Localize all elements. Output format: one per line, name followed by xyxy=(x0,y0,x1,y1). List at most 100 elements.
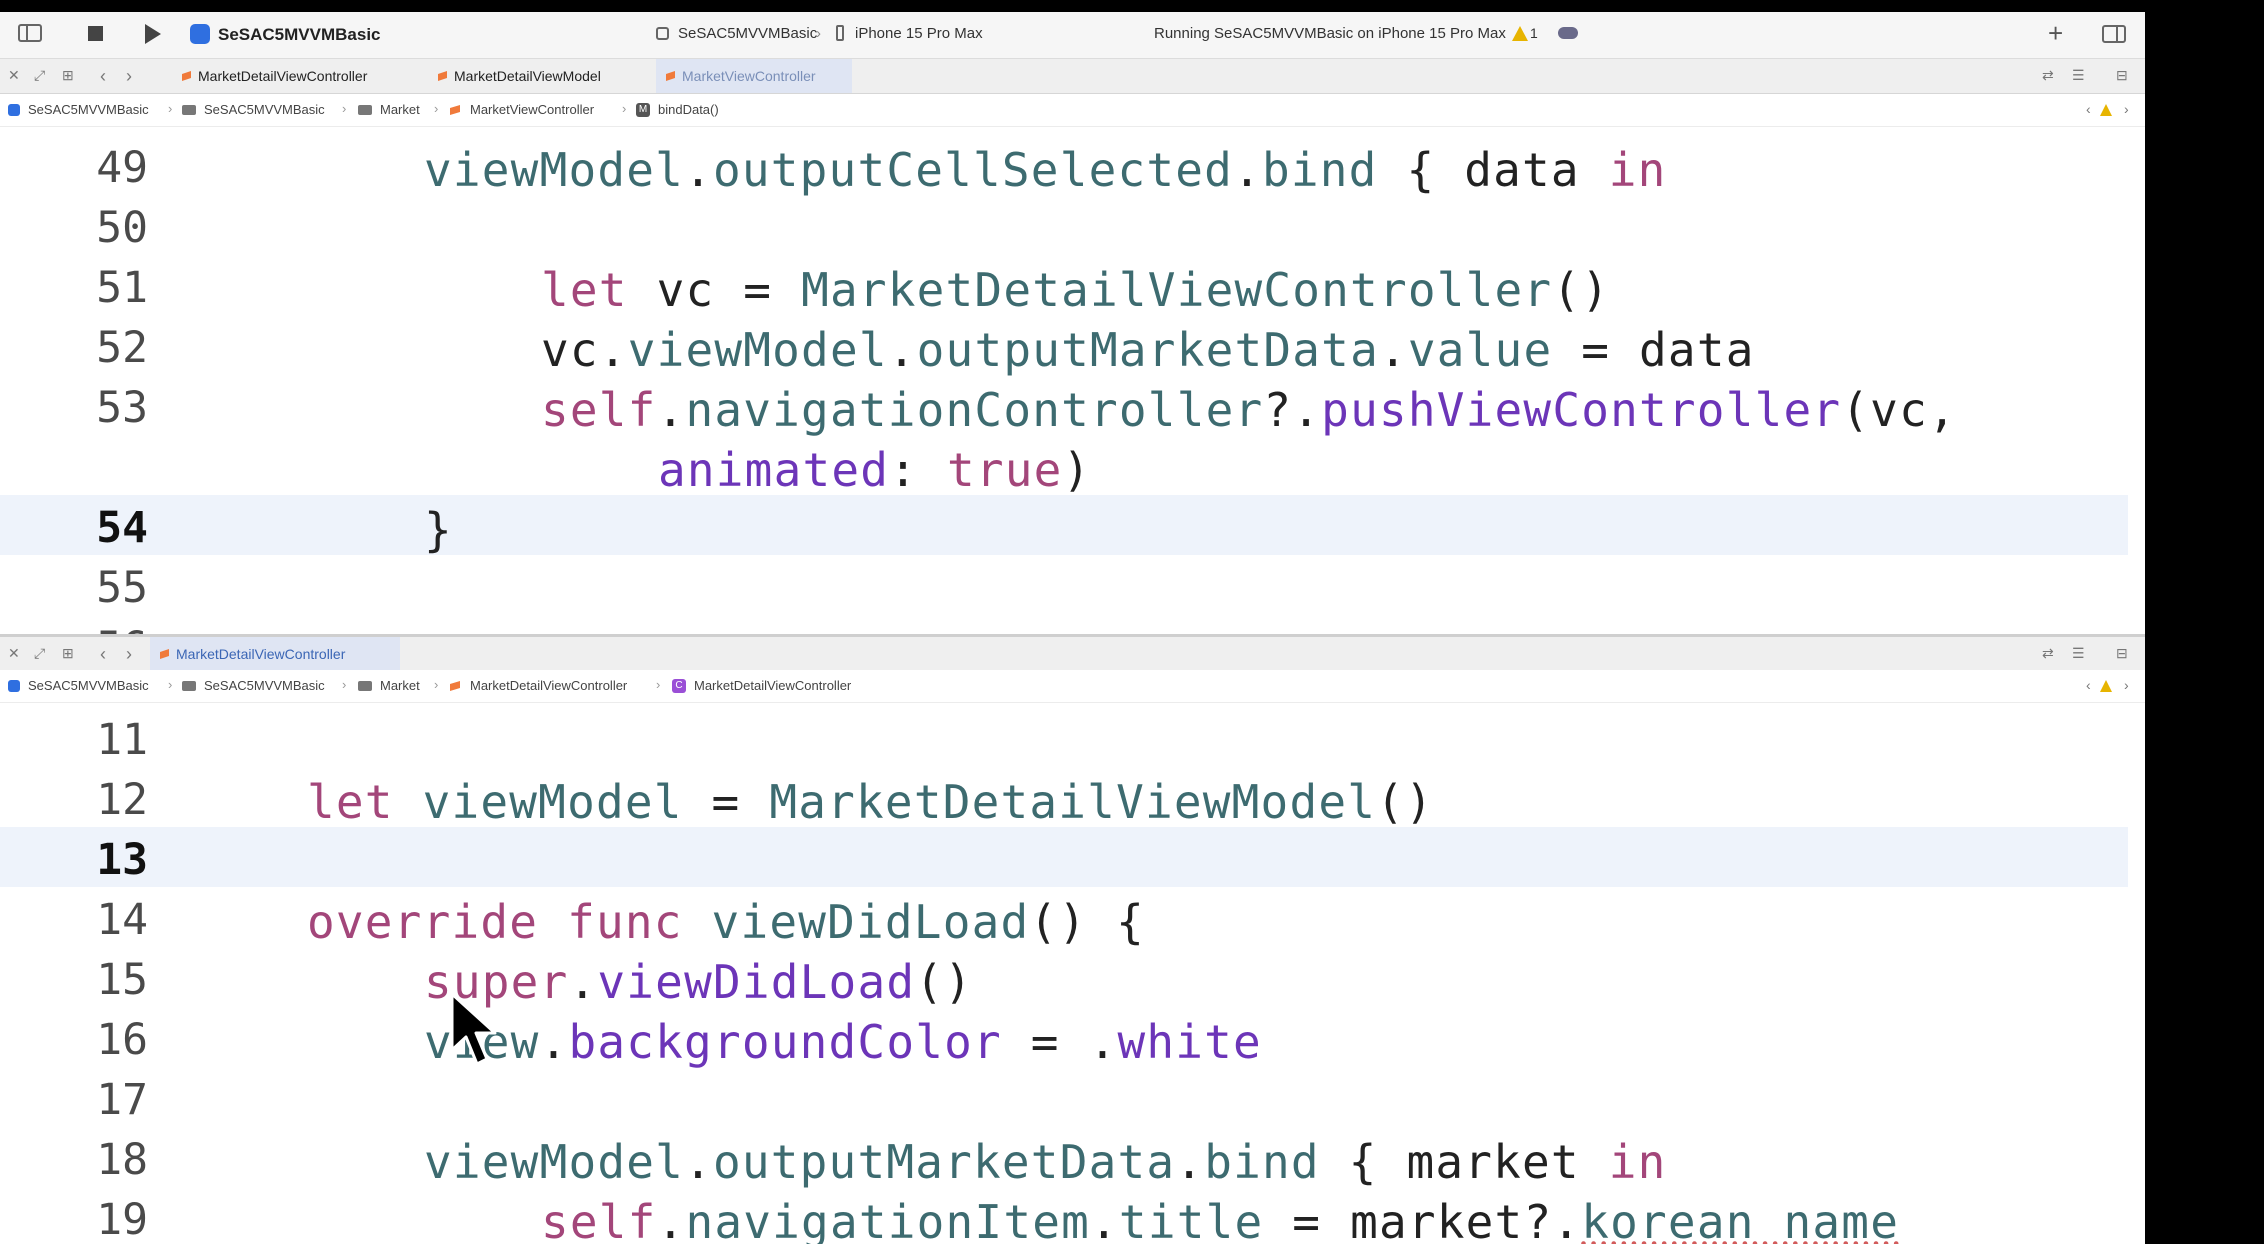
add-editor-icon[interactable]: ⊟ xyxy=(2116,68,2128,82)
inspector-toggle-icon[interactable] xyxy=(2102,25,2126,43)
editor-options-icon[interactable]: ☰ xyxy=(2072,646,2085,660)
folder-icon xyxy=(182,105,196,115)
grid-icon[interactable]: ⊞ xyxy=(62,68,74,82)
breadcrumb-item[interactable]: Market xyxy=(380,102,420,117)
add-editor-icon[interactable]: ⊟ xyxy=(2116,646,2128,660)
breadcrumb-item[interactable]: Market xyxy=(380,678,420,693)
bottom-code-editor[interactable]: 11 12 let viewModel = MarketDetailViewMo… xyxy=(0,703,2128,1244)
top-tab-bar: ✕ ⤢ ⊞ ‹ › MarketDetailViewController Mar… xyxy=(0,59,2145,94)
scheme-name[interactable]: SeSAC5MVVMBasic xyxy=(218,25,381,45)
device-selector[interactable]: iPhone 15 Pro Max xyxy=(855,25,983,42)
app-icon xyxy=(190,24,210,44)
method-icon: M xyxy=(636,103,650,117)
chevron-right-icon[interactable]: › xyxy=(126,67,132,85)
code-line[interactable]: 55 xyxy=(0,555,2128,615)
line-number: 17 xyxy=(96,1075,148,1125)
tab-market-detail-view-model[interactable]: MarketDetailViewModel xyxy=(428,59,672,93)
code-text[interactable]: animated: true) xyxy=(658,443,1091,497)
code-line-current[interactable]: 13 xyxy=(0,827,2128,887)
code-line[interactable]: 15 super.viewDidLoad() xyxy=(0,947,2128,1009)
code-text[interactable]: viewModel.outputMarketData.bind { market… xyxy=(424,1135,1667,1189)
code-line[interactable]: 12 let viewModel = MarketDetailViewModel… xyxy=(0,767,2128,829)
warning-icon[interactable] xyxy=(1512,26,1528,41)
related-items-icon[interactable]: ⇄ xyxy=(2042,646,2054,660)
code-text[interactable]: viewModel.outputCellSelected.bind { data… xyxy=(424,143,1667,197)
code-text[interactable]: let vc = MarketDetailViewController() xyxy=(541,263,1610,317)
close-icon[interactable]: ✕ xyxy=(8,646,20,660)
breadcrumb-item[interactable]: SeSAC5MVVMBasic xyxy=(28,678,149,693)
code-line[interactable]: 17 xyxy=(0,1067,2128,1127)
tab-market-view-controller[interactable]: MarketViewController xyxy=(656,59,852,93)
destination-scheme[interactable]: SeSAC5MVVMBasic xyxy=(678,25,817,42)
class-icon: C xyxy=(672,679,686,693)
close-icon[interactable]: ✕ xyxy=(8,68,20,82)
grid-icon[interactable]: ⊞ xyxy=(62,646,74,660)
xcode-window: SeSAC5MVVMBasic SeSAC5MVVMBasic › iPhone… xyxy=(0,12,2145,1244)
line-number: 52 xyxy=(96,323,148,373)
code-text[interactable]: override func viewDidLoad() { xyxy=(307,895,1145,949)
swift-file-icon xyxy=(438,71,447,81)
sidebar-toggle-icon[interactable] xyxy=(18,24,42,42)
breadcrumb-item[interactable]: MarketDetailViewController xyxy=(470,678,627,693)
run-icon[interactable] xyxy=(145,24,161,44)
code-text[interactable]: super.viewDidLoad() xyxy=(424,955,973,1009)
line-number: 49 xyxy=(96,143,148,193)
breadcrumb-item[interactable]: MarketDetailViewController xyxy=(694,678,851,693)
code-line[interactable]: 53 self.navigationController?.pushViewCo… xyxy=(0,375,2128,437)
expand-icon[interactable]: ⤢ xyxy=(34,68,45,82)
chevron-left-icon[interactable]: ‹ xyxy=(100,645,106,663)
code-line[interactable]: 50 xyxy=(0,195,2128,255)
related-items-icon[interactable]: ⇄ xyxy=(2042,68,2054,82)
chevron-right-icon: › xyxy=(816,25,821,42)
code-line[interactable]: 49 viewModel.outputCellSelected.bind { d… xyxy=(0,135,2128,197)
activity-status: Running SeSAC5MVVMBasic on iPhone 15 Pro… xyxy=(1154,25,1506,42)
breadcrumb-item[interactable]: MarketViewController xyxy=(470,102,594,117)
code-text[interactable]: let viewModel = MarketDetailViewModel() xyxy=(307,775,1434,829)
chevron-right-icon[interactable]: › xyxy=(2124,678,2129,692)
code-text[interactable]: self.navigationController?.pushViewContr… xyxy=(541,383,1957,437)
breadcrumb: SeSAC5MVVMBasic › SeSAC5MVVMBasic › Mark… xyxy=(0,94,2145,127)
swift-file-icon xyxy=(450,681,460,691)
breadcrumb-item[interactable]: SeSAC5MVVMBasic xyxy=(28,102,149,117)
chevron-left-icon[interactable]: ‹ xyxy=(2086,102,2091,116)
add-icon[interactable]: + xyxy=(2048,20,2063,46)
chevron-left-icon[interactable]: ‹ xyxy=(2086,678,2091,692)
code-line[interactable]: 16 view.backgroundColor = .white xyxy=(0,1007,2128,1069)
chevron-right-icon: › xyxy=(434,677,439,692)
line-number: 55 xyxy=(96,563,148,613)
breadcrumb-item[interactable]: bindData() xyxy=(658,102,719,117)
editor-options-icon[interactable]: ☰ xyxy=(2072,68,2085,82)
tab-market-detail-view-controller[interactable]: MarketDetailViewController xyxy=(172,59,424,93)
chevron-left-icon[interactable]: ‹ xyxy=(100,67,106,85)
cloud-debug-icon[interactable] xyxy=(1558,27,1578,39)
iphone-icon xyxy=(836,25,844,41)
code-line[interactable]: 52 vc.viewModel.outputMarketData.value =… xyxy=(0,315,2128,377)
expand-icon[interactable]: ⤢ xyxy=(34,646,45,660)
code-text[interactable]: vc.viewModel.outputMarketData.value = da… xyxy=(541,323,1755,377)
code-line[interactable]: 11 xyxy=(0,707,2128,767)
top-code-editor[interactable]: 49 viewModel.outputCellSelected.bind { d… xyxy=(0,127,2128,634)
code-line[interactable]: 14 override func viewDidLoad() { xyxy=(0,887,2128,949)
line-number: 50 xyxy=(96,203,148,253)
code-line[interactable]: 18 viewModel.outputMarketData.bind { mar… xyxy=(0,1127,2128,1189)
warning-icon[interactable] xyxy=(2100,104,2112,116)
warning-count[interactable]: 1 xyxy=(1530,25,1538,41)
code-text[interactable]: } xyxy=(424,503,453,557)
project-icon xyxy=(8,104,20,116)
swift-file-icon xyxy=(160,649,169,659)
tab-market-detail-view-controller[interactable]: MarketDetailViewController xyxy=(150,637,400,671)
code-line[interactable]: 56 xyxy=(0,615,2128,634)
code-text[interactable]: view.backgroundColor = .white xyxy=(424,1015,1262,1069)
code-line-current[interactable]: 54 } xyxy=(0,495,2128,557)
code-line[interactable]: 19 self.navigationItem.title = market?.k… xyxy=(0,1187,2128,1244)
stop-icon[interactable] xyxy=(88,26,103,41)
warning-icon[interactable] xyxy=(2100,680,2112,692)
code-line[interactable]: 51 let vc = MarketDetailViewController() xyxy=(0,255,2128,317)
code-line-wrapped[interactable]: animated: true) xyxy=(0,435,2128,497)
line-number: 53 xyxy=(96,383,148,433)
chevron-right-icon[interactable]: › xyxy=(2124,102,2129,116)
chevron-right-icon[interactable]: › xyxy=(126,645,132,663)
breadcrumb-item[interactable]: SeSAC5MVVMBasic xyxy=(204,102,325,117)
code-text[interactable]: self.navigationItem.title = market?.kore… xyxy=(541,1195,1899,1244)
breadcrumb-item[interactable]: SeSAC5MVVMBasic xyxy=(204,678,325,693)
